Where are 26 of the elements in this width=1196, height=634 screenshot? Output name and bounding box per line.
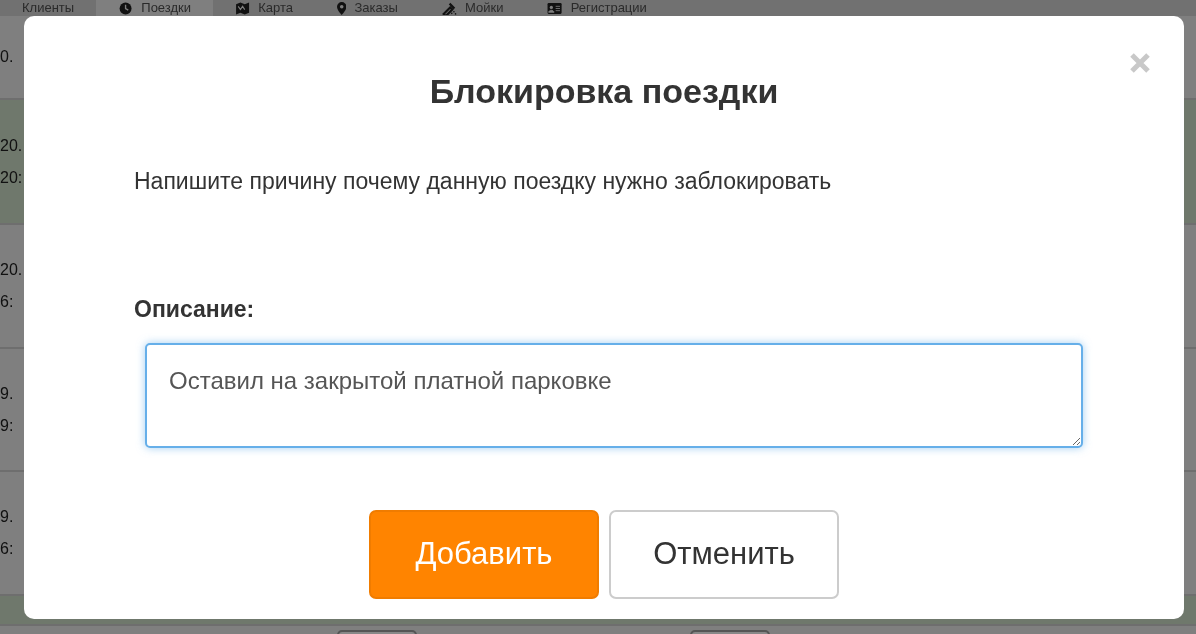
clock-icon: [118, 1, 134, 15]
table-cell-text: 0.: [0, 49, 14, 65]
nav-tab[interactable]: Заказы: [315, 0, 420, 16]
close-icon: [1128, 50, 1152, 75]
nav-tab[interactable]: Мойки: [419, 0, 526, 16]
table-cell-text: 20.: [0, 137, 23, 154]
table-cell-text: 6:: [0, 541, 14, 557]
map-icon: [235, 1, 251, 15]
description-field[interactable]: Оставил на закрытой платной парковке: [145, 342, 1083, 448]
id-card-icon: [547, 1, 563, 15]
table-cell-text: 9.: [0, 509, 14, 525]
nav-tab[interactable]: Клиенты: [0, 0, 97, 16]
table-cell-text: 9:: [0, 417, 14, 434]
modal-title: Блокировка поездки: [428, 71, 780, 112]
nav-tab[interactable]: Карта: [213, 0, 315, 16]
table-cell-text: 20:: [0, 169, 23, 186]
modal-text: Напишите причину почему данную поездку нужно заблокировать: [134, 166, 833, 196]
cancel-button[interactable]: Отменить: [609, 509, 839, 599]
close-button[interactable]: [1128, 50, 1152, 74]
table-cell-text: 6:: [0, 294, 14, 310]
field-label: Описание:: [134, 295, 256, 325]
nav-tab[interactable]: Регистрации: [525, 0, 669, 16]
nav-tab[interactable]: Поездки: [96, 0, 214, 16]
table-cell-text: 20.: [0, 262, 23, 278]
add-button[interactable]: Добавить: [369, 509, 599, 599]
table-cell-text: 9.: [0, 385, 14, 402]
